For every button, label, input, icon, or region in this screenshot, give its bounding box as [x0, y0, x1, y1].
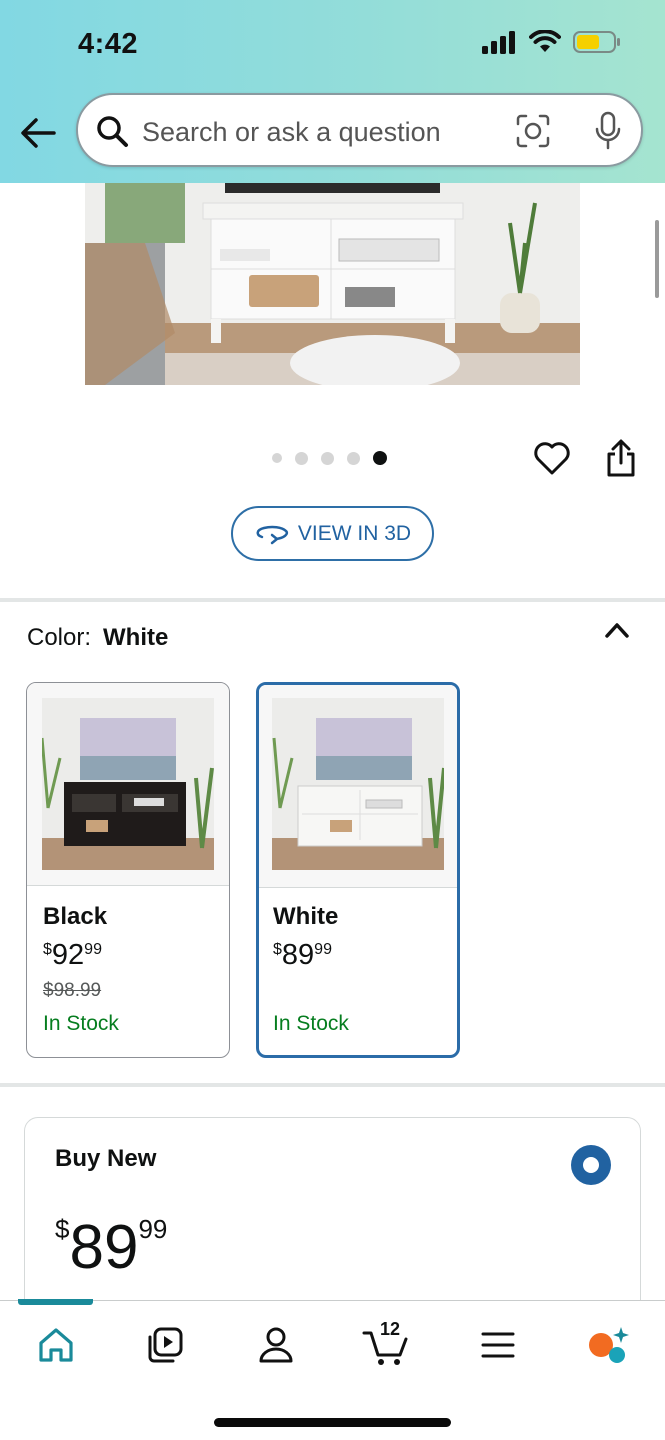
swatch-name: Black — [43, 903, 108, 930]
price-cents: 99 — [84, 941, 102, 958]
rufus-assistant-icon[interactable] — [585, 1323, 629, 1367]
search-icon — [97, 116, 128, 147]
swatch-image — [42, 698, 214, 870]
scrollbar[interactable] — [655, 220, 659, 298]
price-cents: 99 — [314, 941, 332, 958]
color-swatch-white[interactable]: White $8999 In Stock — [256, 682, 460, 1058]
swatch-list-price: $98.99 — [43, 980, 102, 1001]
camera-lens-icon[interactable] — [515, 113, 551, 149]
menu-icon[interactable] — [476, 1323, 520, 1367]
screen: 4:42 Search or ask a question VIEW IN 3D… — [0, 0, 665, 1440]
price-currency: $ — [55, 1214, 70, 1244]
search-bar[interactable]: Search or ask a question — [76, 93, 643, 167]
chevron-up-icon[interactable] — [603, 620, 631, 640]
search-input[interactable]: Search or ask a question — [142, 117, 441, 148]
product-image[interactable] — [85, 183, 580, 385]
view-in-3d-label: VIEW IN 3D — [297, 521, 412, 545]
price-currency: $ — [43, 941, 52, 958]
color-swatch-black[interactable]: Black $9299 $98.99 In Stock — [26, 682, 230, 1058]
microphone-icon[interactable] — [592, 111, 624, 151]
price-whole: 89 — [281, 939, 315, 971]
home-icon[interactable] — [34, 1323, 78, 1367]
carousel-dot[interactable] — [272, 453, 282, 463]
status-time: 4:42 — [78, 28, 139, 60]
signal-icon — [482, 31, 515, 54]
carousel-dot[interactable] — [347, 451, 360, 465]
section-divider — [0, 598, 665, 602]
swatch-stock-status: In Stock — [43, 1012, 119, 1035]
price-whole: 92 — [51, 939, 85, 971]
wifi-icon — [529, 30, 561, 52]
price-currency: $ — [273, 941, 282, 958]
view-in-3d-button[interactable]: VIEW IN 3D — [231, 506, 434, 561]
account-icon[interactable] — [254, 1323, 298, 1367]
carousel-dots[interactable] — [272, 451, 387, 465]
rotate-3d-icon — [256, 525, 288, 544]
battery-icon — [573, 31, 620, 53]
status-icons — [481, 30, 621, 54]
home-indicator — [214, 1418, 451, 1427]
buy-new-price: $8999 — [55, 1216, 167, 1279]
color-selected-value: White — [103, 624, 169, 651]
buy-new-title: Buy New — [55, 1145, 157, 1172]
video-icon[interactable] — [144, 1323, 188, 1367]
heart-icon[interactable] — [533, 439, 571, 477]
back-arrow-icon[interactable] — [18, 113, 58, 153]
cart-button[interactable]: 12 — [362, 1319, 412, 1367]
carousel-dot[interactable] — [295, 451, 308, 465]
swatch-name: White — [273, 903, 339, 930]
header: 4:42 Search or ask a question — [0, 0, 665, 183]
buy-new-radio[interactable] — [571, 1145, 611, 1185]
carousel-dot-active[interactable] — [373, 451, 387, 465]
color-selector-heading: Color: White — [27, 624, 168, 652]
nav-active-indicator — [18, 1299, 93, 1305]
carousel-dot[interactable] — [321, 451, 334, 465]
cart-count: 12 — [380, 1319, 401, 1339]
color-label: Color: — [27, 624, 92, 651]
product-photo — [85, 183, 580, 385]
share-icon[interactable] — [604, 438, 638, 478]
swatch-image-area — [27, 683, 229, 886]
swatch-image-area — [259, 685, 457, 888]
price-cents: 99 — [138, 1214, 168, 1244]
swatch-price: $8999 — [273, 939, 332, 972]
price-whole: 89 — [69, 1213, 139, 1282]
bottom-nav: 12 — [0, 1299, 665, 1440]
swatch-price: $9299 — [43, 939, 102, 972]
swatch-image — [272, 698, 444, 870]
swatch-stock-status: In Stock — [273, 1012, 349, 1035]
section-divider — [0, 1083, 665, 1087]
